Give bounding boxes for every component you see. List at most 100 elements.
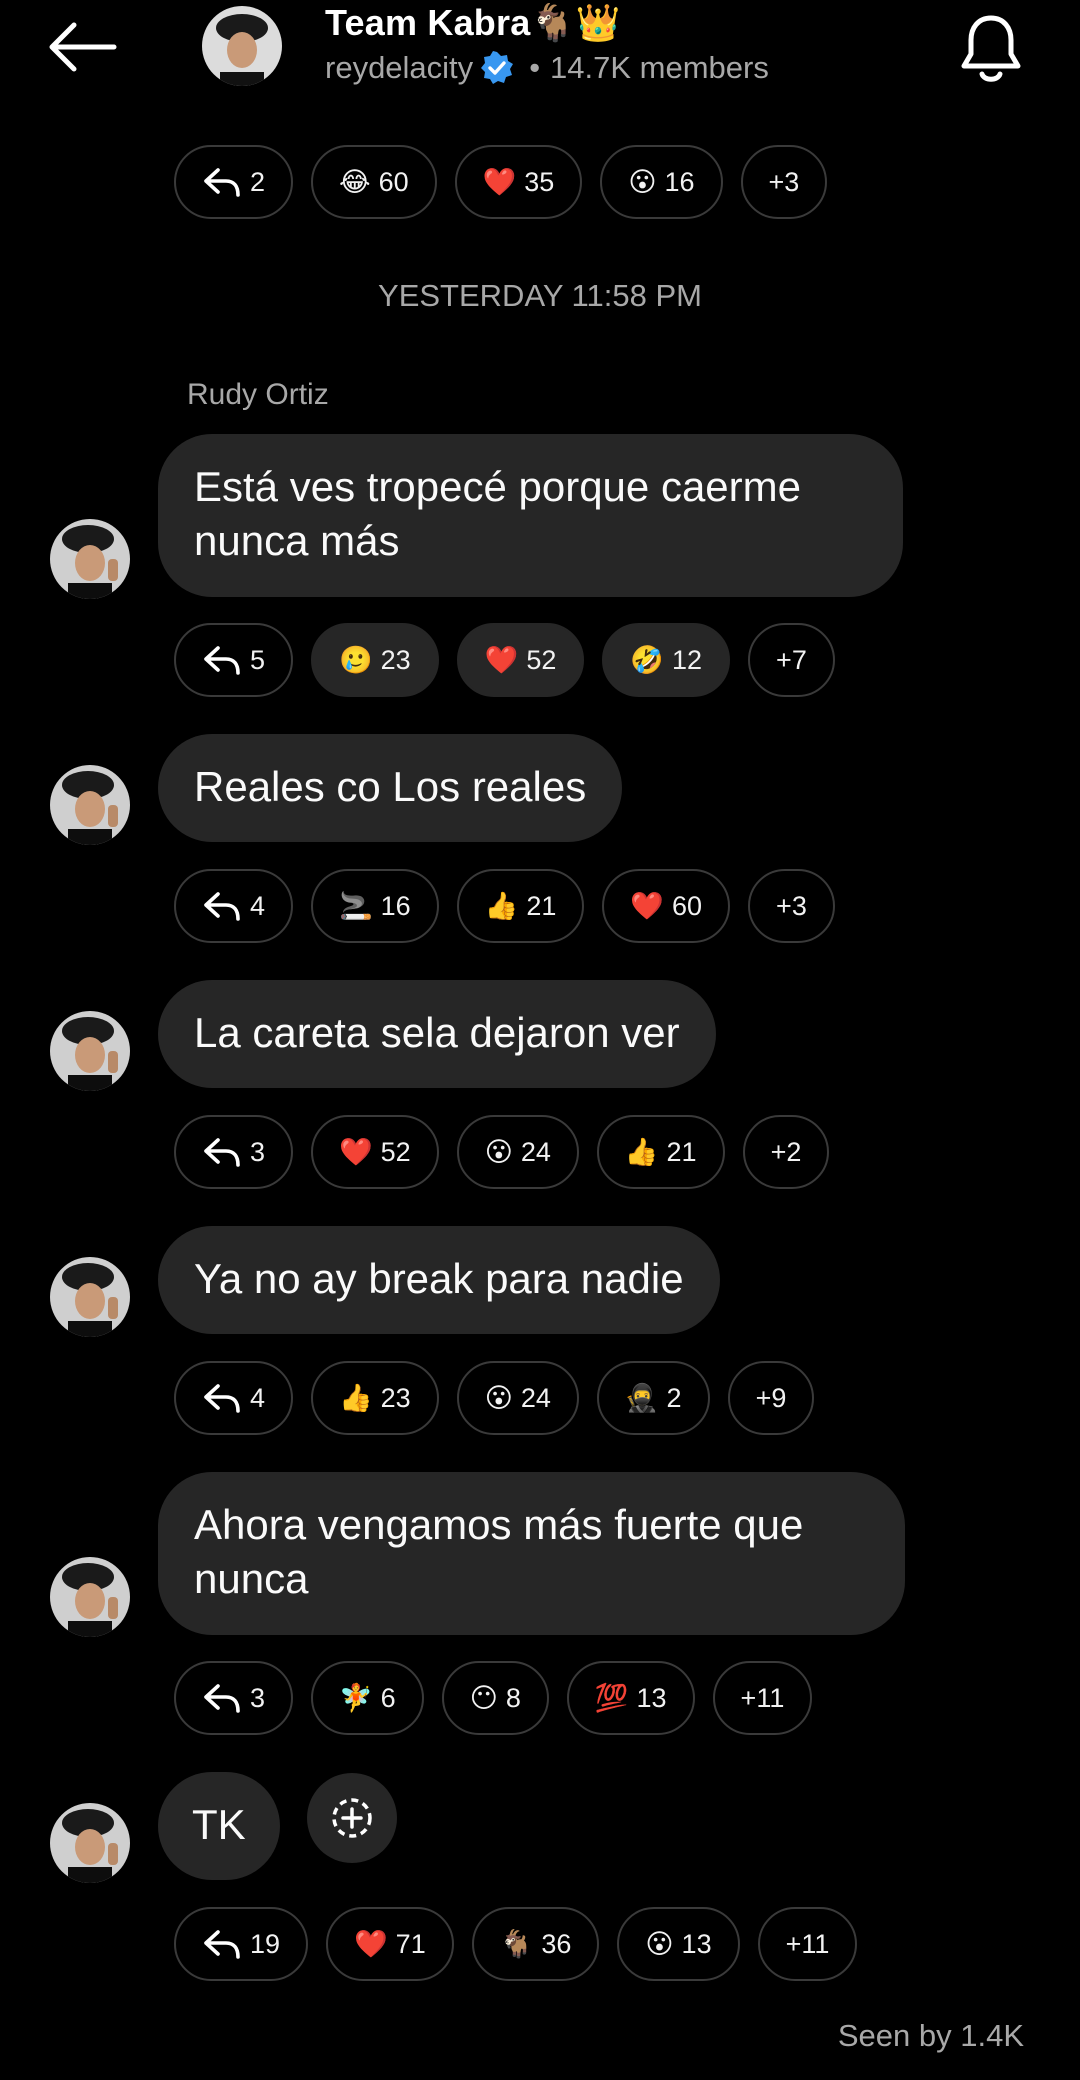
reaction-row: 4 🚬 16 👍 21 ❤️ 60 +3 bbox=[174, 869, 835, 943]
more-reactions-chip[interactable]: +7 bbox=[748, 623, 835, 697]
sender-avatar[interactable] bbox=[50, 519, 130, 599]
message-bubble[interactable]: TK bbox=[158, 1772, 280, 1880]
reaction-count: 24 bbox=[520, 1136, 551, 1167]
reaction-chip[interactable]: 😂 60 bbox=[311, 145, 437, 219]
reaction-chip[interactable]: 🥲 23 bbox=[311, 623, 439, 697]
message-bubble[interactable]: Está ves tropecé porque caerme nunca más bbox=[158, 434, 903, 597]
more-reactions-count: +11 bbox=[740, 1682, 785, 1713]
reaction-chip[interactable]: 🥷 2 bbox=[596, 1361, 710, 1435]
reaction-count: 21 bbox=[526, 890, 557, 921]
reply-count-chip[interactable]: 5 bbox=[174, 623, 294, 697]
reply-count: 4 bbox=[250, 1382, 266, 1413]
more-reactions-chip[interactable]: +3 bbox=[748, 869, 835, 943]
message-bubble[interactable]: Reales co Los reales bbox=[158, 734, 623, 842]
sender-avatar[interactable] bbox=[50, 1803, 130, 1883]
reaction-count: 6 bbox=[380, 1682, 396, 1713]
reply-icon bbox=[204, 1930, 240, 1959]
reaction-count: 8 bbox=[505, 1682, 521, 1713]
seen-by-count[interactable]: Seen by 1.4K bbox=[838, 2018, 1024, 2054]
reaction-emoji-icon: ❤️ bbox=[630, 890, 664, 921]
reaction-count: 16 bbox=[664, 166, 695, 197]
reaction-emoji-icon: 😮 bbox=[484, 1382, 513, 1413]
reply-icon bbox=[204, 1684, 240, 1713]
reaction-row-top: 2 😂 60 ❤️ 35 😮 16 +3 bbox=[174, 145, 828, 219]
reaction-emoji-icon: 😮 bbox=[645, 1928, 674, 1959]
timestamp-divider: YESTERDAY 11:58 PM bbox=[378, 278, 702, 313]
reaction-emoji-icon: 🥲 bbox=[339, 644, 373, 675]
reaction-row: 4 👍 23 😮 24 🥷 2 +9 bbox=[174, 1361, 815, 1435]
reaction-chip[interactable]: ❤️ 52 bbox=[456, 623, 585, 697]
reply-count: 19 bbox=[250, 1928, 281, 1959]
reaction-chip[interactable]: 👍 23 bbox=[311, 1361, 439, 1435]
group-subtitle: reydelacity • 14.7K members bbox=[325, 50, 769, 86]
sender-name[interactable]: Rudy Ortiz bbox=[187, 378, 329, 412]
more-reactions-count: +3 bbox=[768, 166, 800, 197]
more-reactions-chip[interactable]: +11 bbox=[712, 1661, 813, 1735]
more-reactions-chip[interactable]: +11 bbox=[757, 1907, 858, 1981]
reaction-chip[interactable]: 🐐 36 bbox=[471, 1907, 600, 1981]
reaction-count: 21 bbox=[666, 1136, 697, 1167]
avatar-photo-icon bbox=[50, 1803, 130, 1883]
reaction-count: 23 bbox=[380, 1382, 411, 1413]
back-arrow-icon[interactable] bbox=[44, 20, 118, 74]
avatar-photo-icon bbox=[202, 6, 282, 86]
reaction-count: 71 bbox=[395, 1928, 426, 1959]
reaction-emoji-icon: 🧚 bbox=[339, 1682, 373, 1713]
reaction-chip[interactable]: 👍 21 bbox=[596, 1115, 725, 1189]
reaction-emoji-icon: 😮 bbox=[628, 166, 657, 197]
sender-avatar[interactable] bbox=[50, 1257, 130, 1337]
reaction-emoji-icon: ❤️ bbox=[482, 166, 517, 197]
more-reactions-chip[interactable]: +2 bbox=[742, 1115, 830, 1189]
message-bubble[interactable]: Ahora vengamos más fuerte que nunca bbox=[158, 1472, 905, 1635]
reply-count-chip[interactable]: 19 bbox=[174, 1907, 309, 1981]
group-title[interactable]: Team Kabra🐐👑 bbox=[325, 2, 620, 44]
reaction-emoji-icon: 😂 bbox=[339, 166, 371, 197]
notification-bell-icon[interactable] bbox=[958, 12, 1024, 86]
more-reactions-chip[interactable]: +3 bbox=[740, 145, 828, 219]
reaction-row: 5 🥲 23 ❤️ 52 🤣 12 +7 bbox=[174, 623, 835, 697]
reaction-chip[interactable]: 👍 21 bbox=[456, 869, 585, 943]
avatar-photo-icon bbox=[50, 1011, 130, 1091]
reaction-count: 60 bbox=[672, 890, 703, 921]
reply-count-chip[interactable]: 2 bbox=[174, 145, 294, 219]
sender-avatar[interactable] bbox=[50, 1011, 130, 1091]
reaction-chip[interactable]: 🤣 12 bbox=[602, 623, 731, 697]
avatar-photo-icon bbox=[50, 765, 130, 845]
reaction-chip[interactable]: ❤️ 60 bbox=[602, 869, 731, 943]
reaction-chip[interactable]: 😮 24 bbox=[456, 1361, 579, 1435]
reaction-count: 23 bbox=[380, 644, 411, 675]
reaction-emoji-icon: 👍 bbox=[484, 890, 519, 921]
reaction-emoji-icon: 🥷 bbox=[624, 1382, 659, 1413]
reaction-emoji-icon: 😮 bbox=[484, 1136, 513, 1167]
reply-count-chip[interactable]: 3 bbox=[174, 1115, 294, 1189]
reaction-chip[interactable]: 😮 16 bbox=[600, 145, 723, 219]
sender-avatar[interactable] bbox=[50, 765, 130, 845]
reaction-chip[interactable]: 😮 24 bbox=[456, 1115, 579, 1189]
more-reactions-count: +3 bbox=[776, 890, 807, 921]
reply-count-chip[interactable]: 4 bbox=[174, 869, 294, 943]
reaction-chip[interactable]: 😶 8 bbox=[441, 1661, 549, 1735]
reaction-emoji-icon: 🚬 bbox=[339, 890, 373, 921]
verified-badge-icon bbox=[481, 51, 514, 84]
reaction-chip[interactable]: 🚬 16 bbox=[311, 869, 439, 943]
reply-count-chip[interactable]: 3 bbox=[174, 1661, 294, 1735]
reply-count: 3 bbox=[250, 1682, 266, 1713]
message-bubble[interactable]: La careta sela dejaron ver bbox=[158, 980, 716, 1088]
group-owner-username[interactable]: reydelacity bbox=[325, 50, 473, 86]
reply-icon bbox=[204, 168, 240, 197]
reaction-chip[interactable]: ❤️ 35 bbox=[454, 145, 583, 219]
more-reactions-chip[interactable]: +9 bbox=[727, 1361, 815, 1435]
message-bubble[interactable]: Ya no ay break para nadie bbox=[158, 1226, 720, 1334]
reaction-chip[interactable]: ❤️ 71 bbox=[326, 1907, 454, 1981]
reaction-chip[interactable]: 💯 13 bbox=[566, 1661, 695, 1735]
reaction-chip[interactable]: ❤️ 52 bbox=[311, 1115, 439, 1189]
group-avatar[interactable] bbox=[202, 6, 282, 86]
reaction-chip[interactable]: 😮 13 bbox=[617, 1907, 740, 1981]
reaction-chip[interactable]: 🧚 6 bbox=[311, 1661, 424, 1735]
reply-count-chip[interactable]: 4 bbox=[174, 1361, 294, 1435]
reaction-count: 13 bbox=[681, 1928, 712, 1959]
add-reaction-button[interactable] bbox=[307, 1773, 397, 1863]
reaction-emoji-icon: ❤️ bbox=[484, 644, 519, 675]
sender-avatar[interactable] bbox=[50, 1557, 130, 1637]
reply-icon bbox=[204, 1384, 240, 1413]
